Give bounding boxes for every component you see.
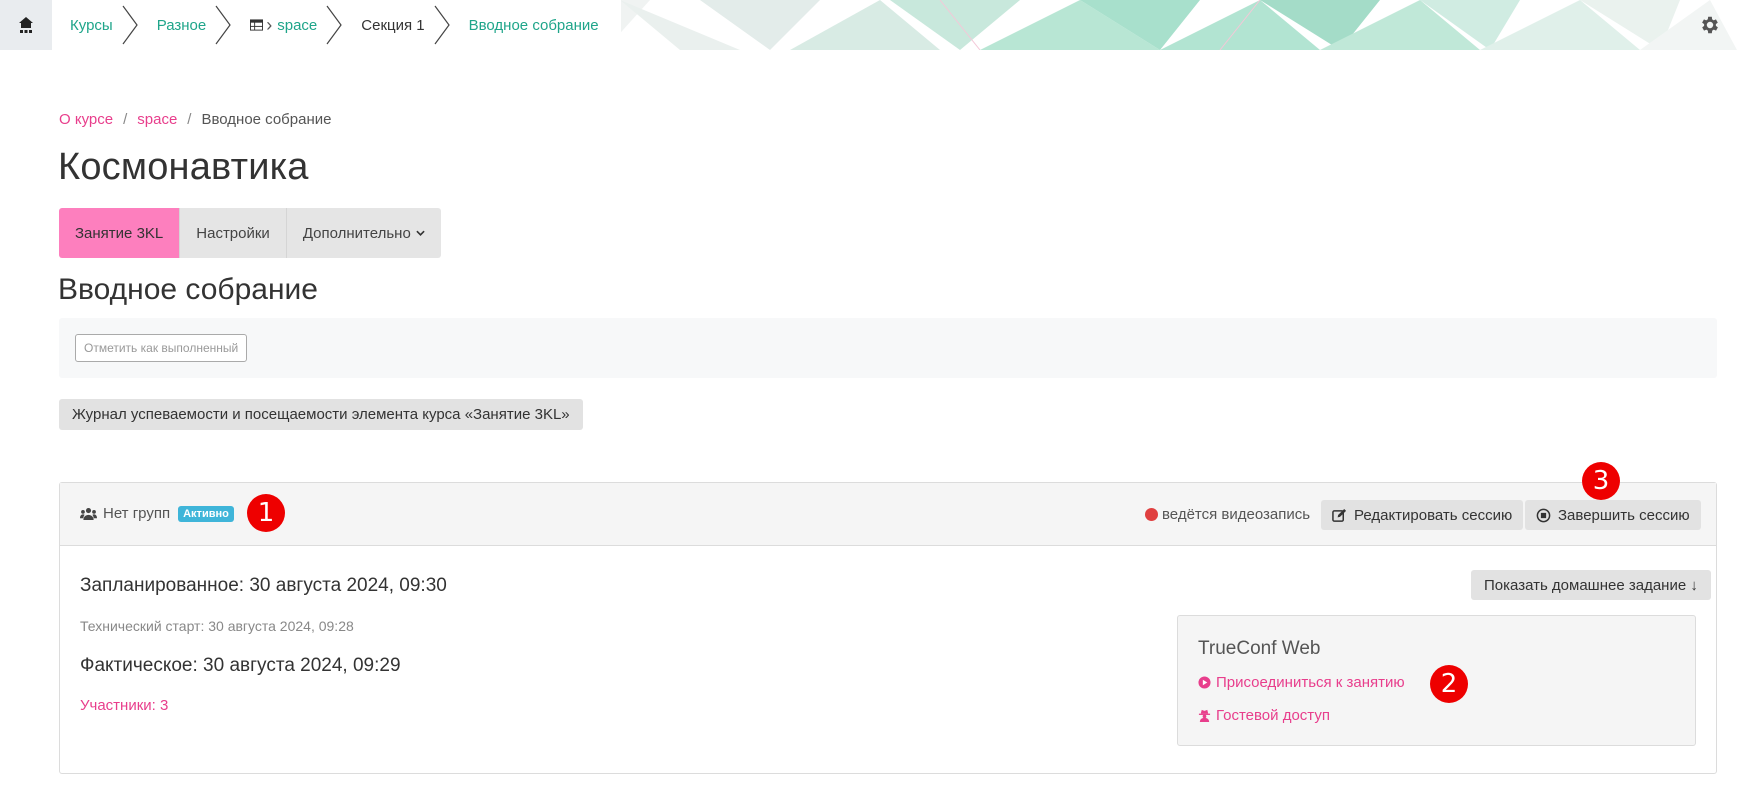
show-homework-button[interactable]: Показать домашнее задание ↓ xyxy=(1471,570,1711,600)
top-crumb-space[interactable]: › space xyxy=(232,0,343,50)
top-crumb-section[interactable]: Секция 1 xyxy=(343,0,450,50)
end-session-label: Завершить сессию xyxy=(1558,506,1690,524)
activity-tabs: Занятие 3KL Настройки Дополнительно xyxy=(59,208,441,258)
completion-panel: Отметить как выполненный xyxy=(59,318,1717,378)
groups-label: Нет групп xyxy=(103,505,171,522)
journal-button[interactable]: Журнал успеваемости и посещаемости элеме… xyxy=(59,399,583,430)
top-crumb-label: Разное xyxy=(156,16,207,34)
annotation-marker-1: 1 xyxy=(247,494,285,532)
chevron-right-icon xyxy=(215,5,231,45)
user-secret-icon xyxy=(1198,709,1211,722)
session-card-header: Нет групп Активно ведётся видеозапись Ре… xyxy=(60,483,1716,546)
breadcrumb-separator: / xyxy=(123,111,128,128)
participants-link[interactable]: Участники: 3 xyxy=(80,697,168,714)
top-crumb-current[interactable]: Вводное собрание xyxy=(451,0,607,50)
chevron-right-icon xyxy=(122,5,138,45)
page-title: Космонавтика xyxy=(58,146,309,188)
gear-icon[interactable] xyxy=(1699,14,1721,36)
tab-settings[interactable]: Настройки xyxy=(180,208,287,258)
guest-access-link[interactable]: Гостевой доступ xyxy=(1198,707,1330,724)
status-badge: Активно xyxy=(178,505,234,522)
session-card: Нет групп Активно ведётся видеозапись Ре… xyxy=(59,482,1717,774)
trueconf-title: TrueConf Web xyxy=(1198,638,1321,659)
top-crumbs: Курсы Разное › space Секция 1 Вводное со… xyxy=(0,0,621,50)
users-icon xyxy=(80,507,97,520)
chevron-right-small-icon: › xyxy=(266,14,273,35)
edit-session-button[interactable]: Редактировать сессию xyxy=(1321,500,1524,530)
tab-label: Дополнительно xyxy=(302,224,411,242)
mark-complete-button[interactable]: Отметить как выполненный xyxy=(75,334,248,362)
home-icon xyxy=(19,17,33,33)
chevron-right-icon xyxy=(326,5,343,45)
annotation-marker-3: 3 xyxy=(1582,462,1620,500)
edit-session-label: Редактировать сессию xyxy=(1354,506,1513,524)
top-crumb-label: space xyxy=(277,16,318,34)
tab-more[interactable]: Дополнительно xyxy=(286,208,441,258)
actual-time: Фактическое: 30 августа 2024, 09:29 xyxy=(80,655,401,676)
home-button[interactable] xyxy=(0,0,52,50)
recording-indicator: ведётся видеозапись xyxy=(1145,506,1310,523)
guest-access-label: Гостевой доступ xyxy=(1216,707,1330,724)
tab-label: Занятие 3KL xyxy=(75,224,164,242)
chevron-down-icon xyxy=(416,230,425,236)
groups-info: Нет групп Активно xyxy=(80,505,234,522)
tab-3kl[interactable]: Занятие 3KL xyxy=(59,208,181,258)
top-crumb-label: Секция 1 xyxy=(361,16,425,34)
tab-label: Настройки xyxy=(196,224,270,242)
top-crumb-courses[interactable]: Курсы xyxy=(52,0,139,50)
end-session-button[interactable]: Завершить сессию xyxy=(1525,500,1701,530)
breadcrumb-separator: / xyxy=(187,111,192,128)
scheduled-time: Запланированное: 30 августа 2024, 09:30 xyxy=(80,575,447,596)
top-crumb-label: Вводное собрание xyxy=(468,16,599,34)
breadcrumb-item-about[interactable]: О курсе xyxy=(59,111,113,128)
stop-circle-icon xyxy=(1536,508,1551,522)
annotation-marker-2: 2 xyxy=(1430,665,1468,703)
breadcrumb-item-space[interactable]: space xyxy=(137,111,177,128)
top-crumb-label: Курсы xyxy=(70,16,113,34)
join-session-label: Присоединиться к занятию xyxy=(1216,674,1405,691)
breadcrumb-item-current: Вводное собрание xyxy=(201,111,332,128)
table-icon xyxy=(250,19,264,31)
play-circle-icon xyxy=(1198,676,1211,689)
chevron-right-icon xyxy=(434,5,450,45)
edit-icon xyxy=(1332,508,1347,522)
recording-label: ведётся видеозапись xyxy=(1162,506,1311,523)
record-dot-icon xyxy=(1145,508,1158,521)
header-pattern xyxy=(560,0,1737,50)
technical-start: Технический старт: 30 августа 2024, 09:2… xyxy=(80,618,354,634)
breadcrumb: О курсе / space / Вводное собрание xyxy=(59,111,331,128)
join-session-link[interactable]: Присоединиться к занятию xyxy=(1198,674,1405,691)
section-title: Вводное собрание xyxy=(58,273,318,306)
top-crumb-misc[interactable]: Разное xyxy=(139,0,233,50)
top-navbar: Курсы Разное › space Секция 1 Вводное со… xyxy=(0,0,1737,50)
